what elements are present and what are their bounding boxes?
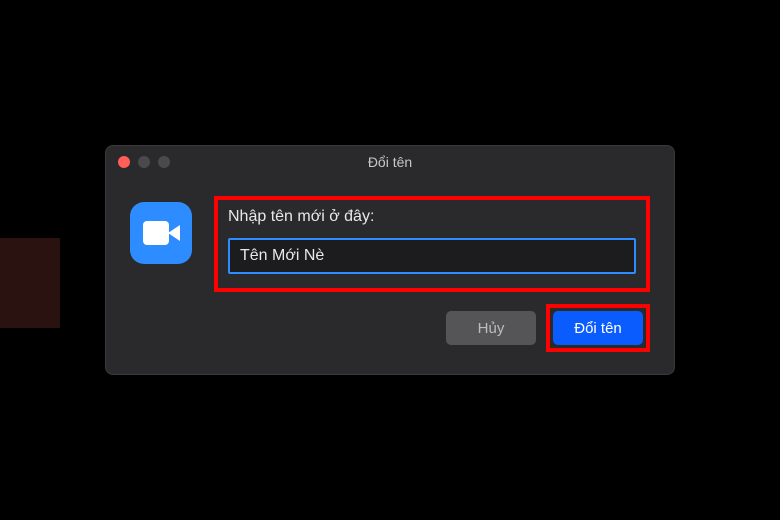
confirm-button[interactable]: Đổi tên <box>553 311 643 345</box>
dialog-content: Nhập tên mới ở đây: Hủy Đổi tên <box>106 178 674 374</box>
highlight-input-area: Nhập tên mới ở đây: <box>214 196 650 292</box>
cancel-button[interactable]: Hủy <box>446 311 536 345</box>
rename-dialog: Đổi tên Nhập tên mới ở đây: Hủy Đổi tên <box>105 145 675 375</box>
rename-form: Nhập tên mới ở đây: Hủy Đổi tên <box>214 196 650 352</box>
video-camera-icon <box>143 221 179 245</box>
dialog-title: Đổi tên <box>106 154 674 170</box>
close-icon[interactable] <box>118 156 130 168</box>
minimize-icon <box>138 156 150 168</box>
input-label: Nhập tên mới ở đây: <box>228 208 636 226</box>
maximize-icon <box>158 156 170 168</box>
name-input[interactable] <box>228 238 636 274</box>
button-row: Hủy Đổi tên <box>214 304 650 352</box>
window-controls <box>118 156 170 168</box>
highlight-confirm-button: Đổi tên <box>546 304 650 352</box>
background-strip <box>0 238 60 328</box>
zoom-app-icon <box>130 202 192 264</box>
titlebar: Đổi tên <box>106 146 674 178</box>
